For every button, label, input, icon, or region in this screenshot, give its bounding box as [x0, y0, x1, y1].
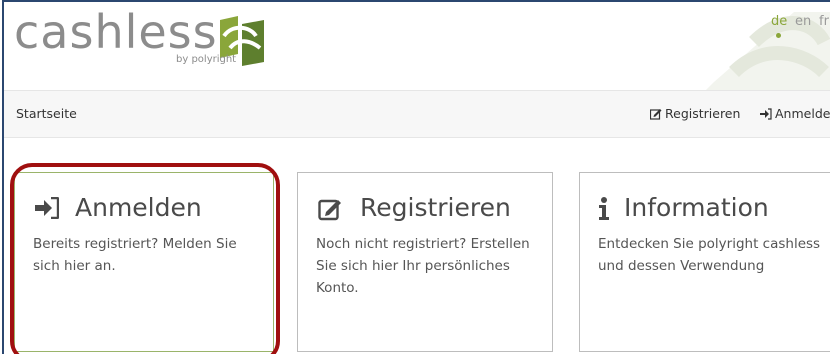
- lang-en[interactable]: en: [795, 14, 811, 29]
- logo[interactable]: cashless: [14, 4, 218, 60]
- sign-in-icon: [35, 197, 59, 219]
- info-card[interactable]: Information Entdecken Sie polyright cash…: [579, 172, 830, 352]
- logo-subtitle: by polyright: [176, 54, 237, 65]
- active-lang-indicator: [776, 33, 781, 38]
- nav-bar: Startseite Registrieren Anmelden: [4, 90, 830, 138]
- edit-icon: [318, 199, 341, 221]
- logo-text: cashless: [14, 5, 218, 59]
- nav-login-link[interactable]: Anmelden: [760, 106, 830, 121]
- login-card[interactable]: Anmelden Bereits registriert? Melden Sie…: [14, 172, 274, 352]
- login-card-text: Bereits registriert? Melden Sie sich hie…: [33, 236, 237, 274]
- info-card-text: Entdecken Sie polyright cashless und des…: [598, 236, 821, 274]
- nav-login-label: Anmelden: [775, 106, 830, 121]
- app-window: cashless by polyright de en fr Startseit…: [2, 0, 830, 354]
- lang-fr[interactable]: fr: [819, 14, 829, 29]
- nav-home-link[interactable]: Startseite: [16, 106, 77, 121]
- info-icon: [599, 197, 609, 220]
- login-card-title: Anmelden: [75, 193, 202, 222]
- register-card-title: Registrieren: [360, 193, 511, 222]
- edit-icon: [649, 109, 662, 120]
- nav-register-label: Registrieren: [665, 106, 741, 121]
- info-card-title: Information: [624, 193, 769, 222]
- sign-in-icon: [760, 108, 772, 120]
- page-header: cashless by polyright de en fr: [4, 2, 830, 90]
- register-card[interactable]: Registrieren Noch nicht registriert? Ers…: [297, 172, 553, 352]
- lang-de[interactable]: de: [771, 14, 787, 29]
- register-card-text: Noch nicht registriert? Erstellen Sie si…: [316, 236, 530, 296]
- nav-register-link[interactable]: Registrieren: [649, 106, 741, 121]
